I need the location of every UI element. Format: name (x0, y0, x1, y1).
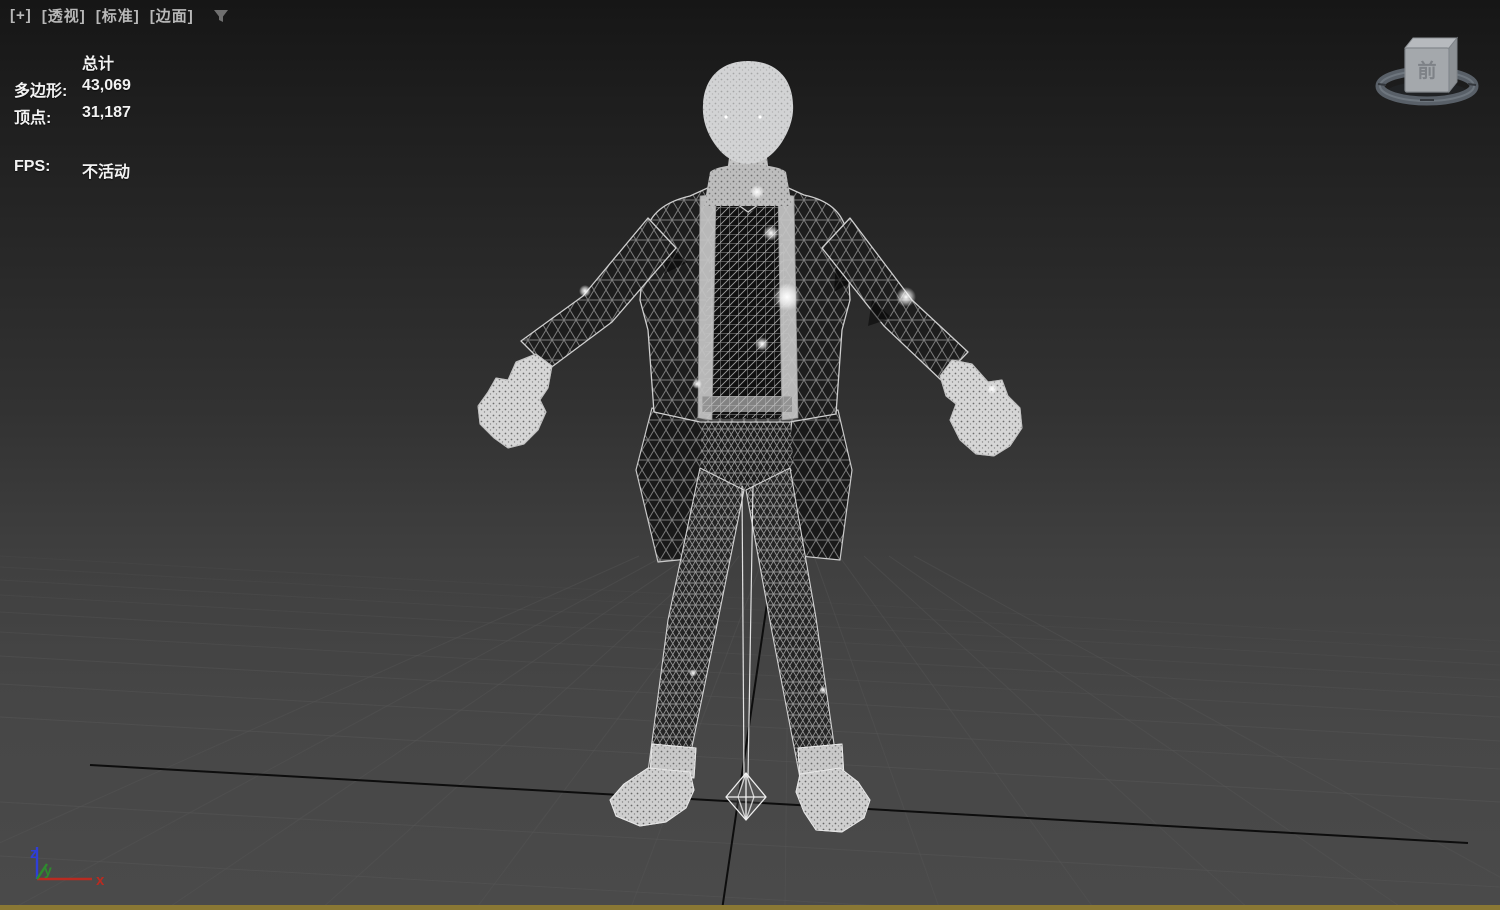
filter-icon[interactable] (212, 7, 230, 25)
octahedron-helper[interactable] (725, 772, 767, 821)
z-axis-label: z (30, 845, 38, 862)
scene-canvas[interactable]: 前 z x y (0, 0, 1500, 910)
active-viewport-border (0, 905, 1500, 910)
viewport-shading-menu[interactable]: [边面] (150, 5, 194, 26)
head (702, 61, 794, 164)
viewport-general-menu[interactable]: [+] (10, 7, 32, 24)
stats-fps-label: FPS: (14, 158, 51, 175)
stats-verts-label: 顶点: (14, 110, 52, 127)
axis-gizmo: z x y (30, 845, 105, 889)
viewport-label-menus: [+] [透视] [标准] [边面] (10, 5, 230, 26)
x-axis-label: x (96, 872, 105, 889)
viewcube-cube[interactable]: 前 (1403, 36, 1459, 94)
stats-verts-value: 31,187 (82, 104, 131, 121)
stats-total-header: 总计 (82, 56, 115, 73)
viewport-pov-menu[interactable]: [透视] (42, 5, 86, 26)
stats-polys-label: 多边形: (14, 83, 68, 100)
viewcube[interactable]: 前 (1375, 36, 1479, 106)
viewport-statistics: 总计 多边形: 43,069 顶点: 31,187 FPS: 不活动 (14, 50, 131, 182)
stats-spacer (14, 50, 82, 74)
y-axis-label: y (44, 862, 52, 878)
stats-fps-value: 不活动 (82, 164, 131, 181)
stats-polys-value: 43,069 (82, 77, 131, 94)
collar (704, 164, 792, 206)
viewport-quality-menu[interactable]: [标准] (96, 5, 140, 26)
belt (702, 396, 792, 412)
3d-viewport[interactable]: 前 z x y [+] [透视] [标准] [边面] 总计 多边形: 43,06… (0, 0, 1500, 910)
shirt (704, 192, 788, 418)
stats-gap (14, 131, 131, 155)
home-grid (0, 555, 1500, 910)
viewcube-front-label[interactable]: 前 (1417, 59, 1436, 82)
